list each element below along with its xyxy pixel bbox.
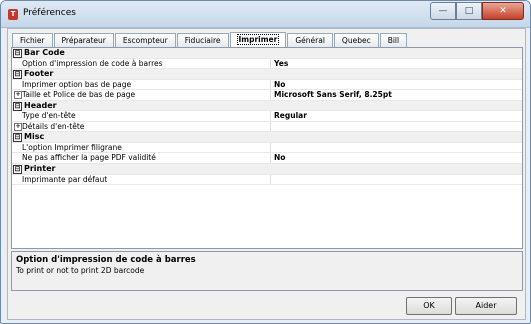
property-row[interactable]: + Détails d'en-tête	[12, 121, 522, 133]
property-value[interactable]: Regular	[274, 111, 307, 121]
expand-icon[interactable]: +	[14, 122, 22, 131]
property-name: Imprimante par défaut	[22, 174, 108, 184]
app-icon: T	[8, 9, 18, 20]
collapse-toggle-icon[interactable]: ⊟	[13, 101, 22, 111]
tab-label: Escompteur	[122, 36, 168, 45]
title-bar[interactable]: T Préférences — □ ✕	[1, 1, 530, 28]
category-label: Bar Code	[24, 48, 65, 57]
property-row[interactable]: Imprimante par défaut	[12, 174, 522, 186]
minimize-button[interactable]: —	[430, 2, 456, 20]
tab-escompteur[interactable]: Escompteur	[114, 33, 176, 47]
tab-label: Imprimer	[236, 34, 280, 45]
property-name: Détails d'en-tête	[22, 121, 85, 131]
column-divider	[270, 153, 271, 164]
property-name: L'option Imprimer filigrane	[22, 142, 122, 152]
category-label: Footer	[24, 69, 54, 79]
property-value[interactable]: No	[274, 153, 285, 163]
tab-imprimer[interactable]: Imprimer	[229, 32, 287, 48]
tab-label: Fiduciaire	[184, 36, 221, 45]
tab-label: Général	[295, 36, 325, 45]
collapse-toggle-icon[interactable]: ⊟	[13, 70, 22, 80]
column-divider	[270, 58, 271, 69]
property-name: Type d'en-tête	[22, 111, 76, 121]
column-divider	[270, 111, 271, 121]
column-divider	[270, 79, 271, 90]
close-button[interactable]: ✕	[482, 2, 524, 20]
property-row[interactable]: Ne pas afficher la page PDF validité No	[12, 153, 522, 165]
minimize-icon: —	[438, 6, 448, 16]
property-grid[interactable]: ⊟ Bar Code Option d'impression de code à b…	[11, 47, 523, 249]
property-name: Option d'impression de code à barres	[22, 58, 163, 68]
collapse-toggle-icon[interactable]: ⊟	[13, 133, 22, 143]
category-row[interactable]: ⊟ Footer	[12, 69, 522, 80]
tab-fiduciaire[interactable]: Fiduciaire	[176, 33, 229, 47]
tab-general[interactable]: Général	[287, 33, 333, 47]
tab-fichier[interactable]: Fichier	[12, 33, 53, 47]
collapse-toggle-icon[interactable]: ⊟	[13, 165, 22, 175]
property-row[interactable]: Option d'impression de code à barres Yes	[12, 58, 522, 70]
tab-bill[interactable]: Bill	[379, 33, 408, 47]
dialog-client: Fichier Préparateur Escompteur Fiduciaire Im…	[7, 28, 526, 320]
tab-preparateur[interactable]: Préparateur	[53, 33, 114, 47]
property-row[interactable]: Imprimer option bas de page No	[12, 79, 522, 91]
category-row[interactable]: ⊟ Misc	[12, 132, 522, 143]
column-divider	[270, 90, 271, 100]
tab-quebec[interactable]: Quebec	[333, 33, 379, 47]
property-value[interactable]: Microsoft Sans Serif, 8.25pt	[274, 90, 392, 100]
description-text: To print or not to print 2D barcode	[16, 266, 145, 275]
category-row[interactable]: ⊟ Printer	[12, 164, 522, 175]
property-name: Taille et Police de bas de page	[22, 90, 136, 100]
close-icon: ✕	[499, 6, 507, 16]
tab-strip: Fichier Préparateur Escompteur Fiduciaire Im…	[12, 32, 408, 48]
property-row[interactable]: + Taille et Police de bas de page Microsof…	[12, 90, 522, 101]
tab-label: Bill	[387, 36, 400, 45]
maximize-button[interactable]: □	[456, 2, 482, 20]
category-label: Header	[24, 100, 57, 110]
description-panel: Option d'impression de code à barres To …	[11, 251, 523, 291]
preferences-window: T Préférences — □ ✕ Fichier Préparateur Es…	[0, 0, 531, 324]
property-row[interactable]: L'option Imprimer filigrane	[12, 142, 522, 154]
column-divider	[270, 142, 271, 153]
tab-label: Quebec	[341, 36, 371, 45]
property-value[interactable]: No	[274, 80, 285, 90]
help-button[interactable]: Aider	[455, 297, 517, 315]
category-row[interactable]: ⊟ Header	[12, 100, 522, 112]
category-row[interactable]: ⊟ Bar Code	[12, 48, 522, 59]
ok-button[interactable]: OK	[406, 297, 452, 315]
column-divider	[270, 174, 271, 185]
property-value[interactable]: Yes	[274, 59, 288, 69]
tab-label: Préparateur	[61, 36, 106, 45]
window-controls: — □ ✕	[430, 2, 524, 20]
property-name: Imprimer option bas de page	[22, 79, 132, 89]
expand-icon[interactable]: +	[14, 91, 22, 100]
category-label: Printer	[24, 164, 56, 174]
description-title: Option d'impression de code à barres	[16, 255, 196, 265]
category-label: Misc	[24, 132, 45, 142]
property-row[interactable]: Type d'en-tête Regular	[12, 111, 522, 122]
property-name: Ne pas afficher la page PDF validité	[22, 153, 156, 163]
window-title: Préférences	[23, 8, 76, 18]
collapse-toggle-icon[interactable]: ⊟	[13, 49, 22, 58]
maximize-icon: □	[464, 6, 474, 16]
column-divider	[270, 121, 271, 132]
tab-label: Fichier	[20, 36, 45, 45]
